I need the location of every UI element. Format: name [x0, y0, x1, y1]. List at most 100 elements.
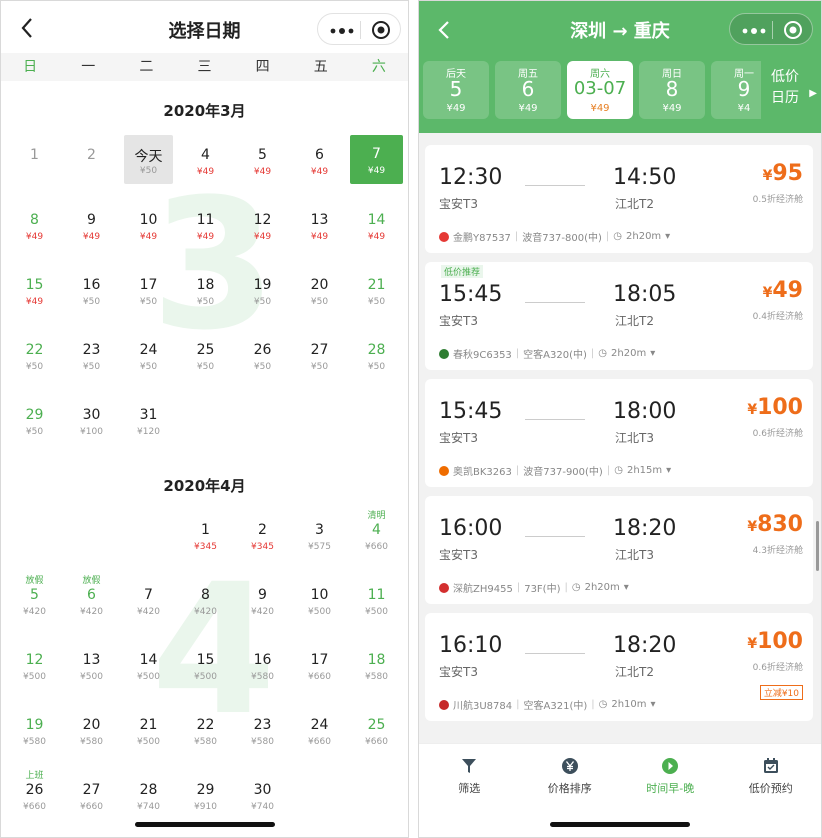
calendar-day[interactable]: 21 ¥50: [348, 261, 405, 326]
calendar-day[interactable]: 27 ¥50: [291, 326, 348, 391]
recommend-badge: 低价推荐: [441, 265, 484, 278]
calendar-day[interactable]: 8 ¥420: [177, 571, 234, 636]
day-number: 14: [367, 212, 386, 228]
day-number: 15: [196, 652, 215, 668]
home-indicator: [550, 822, 690, 827]
calendar-day[interactable]: 26 ¥50: [234, 326, 291, 391]
calendar-day[interactable]: 29 ¥50: [6, 391, 63, 456]
toolbar-tab-label: 低价预约: [748, 782, 793, 795]
chevron-down-icon[interactable]: ▾: [666, 465, 671, 476]
day-number: 26: [253, 342, 272, 358]
calendar-day[interactable]: 6 ¥49: [291, 131, 348, 196]
calendar-day[interactable]: 15 ¥49: [6, 261, 63, 326]
toolbar-tab[interactable]: 低价预约: [721, 744, 822, 837]
calendar-day[interactable]: 23 ¥50: [63, 326, 120, 391]
calendar-day[interactable]: 20 ¥50: [291, 261, 348, 326]
close-program-icon[interactable]: [783, 20, 803, 40]
route-line: [525, 302, 585, 303]
day-number: 25: [196, 342, 215, 358]
calendar-day[interactable]: 14 ¥500: [120, 636, 177, 701]
chevron-down-icon[interactable]: ▾: [650, 348, 655, 359]
calendar-day[interactable]: 30 ¥100: [63, 391, 120, 456]
calendar-day[interactable]: 30 ¥740: [234, 766, 291, 831]
divider: |: [591, 699, 595, 710]
calendar-day[interactable]: 今天 ¥50: [124, 135, 173, 184]
calendar-day[interactable]: 16 ¥580: [234, 636, 291, 701]
calendar-day[interactable]: 28 ¥740: [120, 766, 177, 831]
low-price-calendar-button[interactable]: 低价 日历 ▶: [761, 61, 821, 119]
calendar-day[interactable]: 12 ¥500: [6, 636, 63, 701]
calendar-day[interactable]: 18 ¥50: [177, 261, 234, 326]
calendar-day[interactable]: 21 ¥500: [120, 701, 177, 766]
calendar-day[interactable]: 3 ¥575: [291, 506, 348, 571]
calendar-day[interactable]: 25 ¥660: [348, 701, 405, 766]
chevron-down-icon[interactable]: ▾: [651, 699, 656, 710]
calendar-day[interactable]: 13 ¥500: [63, 636, 120, 701]
mini-program-capsule: [317, 13, 401, 45]
calendar-day[interactable]: 23 ¥580: [234, 701, 291, 766]
day-price: ¥50: [139, 362, 158, 372]
calendar-day[interactable]: 1 ¥345: [177, 506, 234, 571]
calendar-day[interactable]: 10 ¥49: [120, 196, 177, 261]
calendar-day[interactable]: 19 ¥50: [234, 261, 291, 326]
calendar-day[interactable]: 放假 6 ¥420: [63, 571, 120, 636]
flight-card[interactable]: 15:45 18:00 宝安T3 江北T3 ¥100 0.6折经济舱 奥凯BK3263 | 波音…: [425, 379, 813, 487]
calendar-day[interactable]: 9 ¥420: [234, 571, 291, 636]
calendar-day[interactable]: 17 ¥660: [291, 636, 348, 701]
calendar-day[interactable]: 放假 5 ¥420: [6, 571, 63, 636]
holiday-label: 放假: [25, 576, 44, 586]
flight-card[interactable]: 16:00 18:20 宝安T3 江北T3 ¥830 4.3折经济舱 深航ZH9455 | 73…: [425, 496, 813, 604]
calendar-day[interactable]: 7 ¥49: [350, 135, 403, 184]
calendar-day[interactable]: 24 ¥50: [120, 326, 177, 391]
flight-card[interactable]: 12:30 14:50 宝安T3 江北T2 ¥95 0.5折经济舱 金鹏Y87537 | 波音7…: [425, 145, 813, 253]
calendar-day[interactable]: 31 ¥120: [120, 391, 177, 456]
calendar-day[interactable]: 24 ¥660: [291, 701, 348, 766]
date-tab[interactable]: 周六 03-07 ¥49: [567, 61, 633, 119]
calendar-day[interactable]: 19 ¥580: [6, 701, 63, 766]
discount-label: 0.6折经济舱: [752, 663, 803, 673]
calendar-day[interactable]: 7 ¥420: [120, 571, 177, 636]
calendar-day[interactable]: 15 ¥500: [177, 636, 234, 701]
calendar-day[interactable]: 13 ¥49: [291, 196, 348, 261]
calendar-day[interactable]: 14 ¥49: [348, 196, 405, 261]
toolbar-tab[interactable]: 筛选: [419, 744, 520, 837]
calendar-day[interactable]: 18 ¥580: [348, 636, 405, 701]
calendar-day[interactable]: 9 ¥49: [63, 196, 120, 261]
calendar-day[interactable]: 28 ¥50: [348, 326, 405, 391]
calendar-day[interactable]: 8 ¥49: [6, 196, 63, 261]
calendar-day[interactable]: 17 ¥50: [120, 261, 177, 326]
more-icon[interactable]: [742, 28, 766, 34]
date-tab[interactable]: 周日 8 ¥49: [639, 61, 705, 119]
calendar-day[interactable]: 16 ¥50: [63, 261, 120, 326]
day-price: ¥49: [310, 232, 329, 242]
chevron-down-icon[interactable]: ▾: [624, 582, 629, 593]
calendar-day[interactable]: 清明 4 ¥660: [348, 506, 405, 571]
calendar-day[interactable]: 22 ¥50: [6, 326, 63, 391]
flight-duration: 2h20m: [584, 582, 620, 593]
calendar-day[interactable]: 20 ¥580: [63, 701, 120, 766]
calendar-day[interactable]: 11 ¥500: [348, 571, 405, 636]
close-program-icon[interactable]: [371, 20, 391, 40]
calendar-day[interactable]: 10 ¥500: [291, 571, 348, 636]
day-price: ¥49: [367, 166, 386, 176]
calendar-day[interactable]: 12 ¥49: [234, 196, 291, 261]
flight-card[interactable]: 16:10 18:20 宝安T3 江北T2 ¥100 0.6折经济舱 立减¥10 川航3U87…: [425, 613, 813, 721]
calendar-day[interactable]: 29 ¥910: [177, 766, 234, 831]
flight-card[interactable]: 低价推荐 15:45 18:05 宝安T3 江北T2 ¥49 0.4折经济舱 春秋9C6353…: [425, 262, 813, 370]
calendar-day[interactable]: 25 ¥50: [177, 326, 234, 391]
date-tab[interactable]: 周五 6 ¥49: [495, 61, 561, 119]
calendar-day[interactable]: 5 ¥49: [234, 131, 291, 196]
chevron-down-icon[interactable]: ▾: [665, 231, 670, 242]
date-tab[interactable]: 后天 5 ¥49: [423, 61, 489, 119]
more-icon[interactable]: [330, 28, 354, 34]
day-price: ¥580: [365, 672, 388, 682]
calendar-day[interactable]: 22 ¥580: [177, 701, 234, 766]
calendar-day[interactable]: 11 ¥49: [177, 196, 234, 261]
calendar-day[interactable]: 2 ¥345: [234, 506, 291, 571]
scrollbar[interactable]: [816, 521, 819, 571]
day-price: ¥740: [251, 802, 274, 812]
date-tab-day: 6: [521, 77, 535, 101]
calendar-day[interactable]: 4 ¥49: [177, 131, 234, 196]
calendar-day[interactable]: 上班 26 ¥660: [6, 766, 63, 831]
calendar-day[interactable]: 27 ¥660: [63, 766, 120, 831]
